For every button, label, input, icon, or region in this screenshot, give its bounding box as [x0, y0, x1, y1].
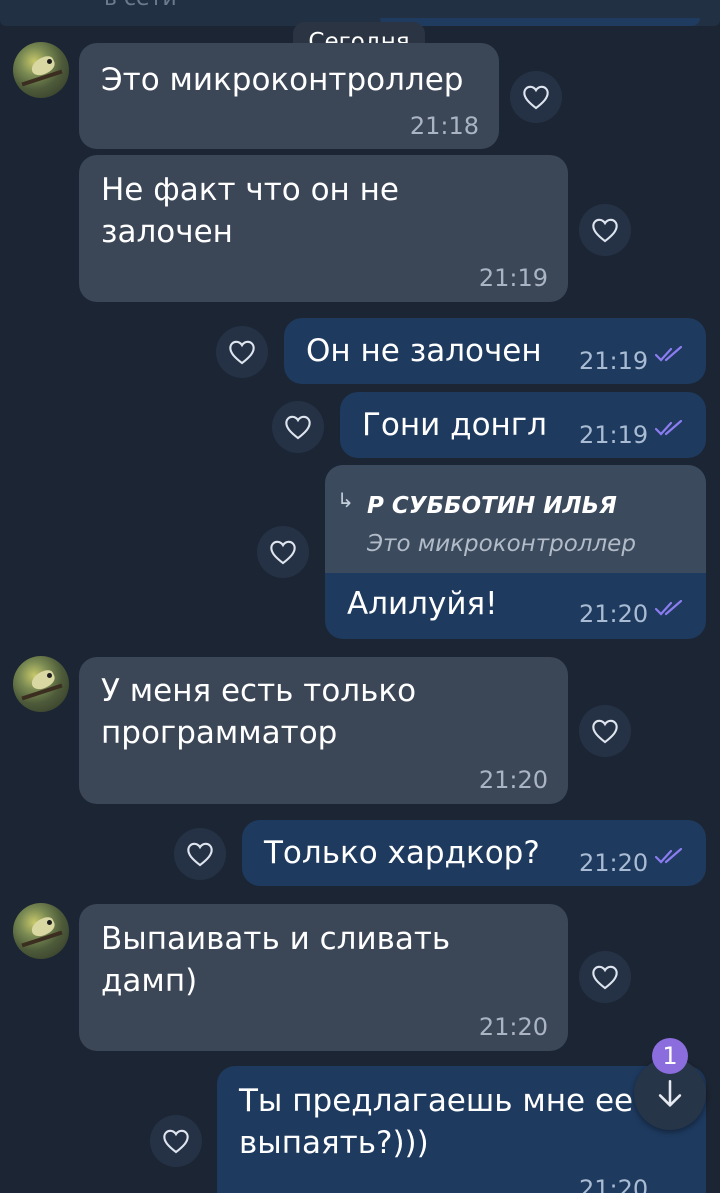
like-button[interactable] [150, 1115, 202, 1167]
message-text: Алилуйя! [347, 586, 498, 622]
double-check-icon [654, 419, 683, 436]
incoming-message-bubble[interactable]: Не факт что он не залочен 21:19 [79, 155, 568, 302]
message-text: Гони донгл [362, 407, 547, 443]
heart-outline-icon [523, 85, 549, 110]
outgoing-message-bubble[interactable]: Только хардкор? 21:20 [242, 820, 706, 886]
heart-outline-icon [285, 415, 311, 440]
message-text: Он не залочен [306, 333, 542, 369]
message-time: 21:20 [478, 766, 548, 794]
message-time: 21:20 [579, 600, 649, 628]
heart-outline-icon [592, 719, 618, 744]
message-time: 21:19 [478, 264, 548, 292]
message-text: Ты предлагаешь мне ее выпаять?))) [239, 1083, 634, 1161]
message-text: Выпаивать и сливать дамп) [101, 921, 451, 999]
message-text: У меня есть только программатор [101, 673, 417, 751]
message-text: Только хардкор? [264, 835, 540, 871]
like-button[interactable] [579, 204, 631, 256]
message-time: 21:20 [579, 1175, 649, 1193]
like-button[interactable] [216, 326, 268, 378]
heart-outline-icon [163, 1129, 189, 1154]
outgoing-message-bubble[interactable]: Он не залочен 21:19 [284, 318, 706, 384]
like-button[interactable] [272, 401, 324, 453]
message-text: Это микроконтроллер [101, 62, 464, 98]
like-button[interactable] [510, 71, 562, 123]
double-check-icon [654, 847, 683, 864]
arrow-down-icon [658, 1079, 682, 1107]
message-time: 21:19 [579, 421, 649, 449]
like-button[interactable] [174, 828, 226, 880]
reply-arrow-icon: ↳ [337, 488, 354, 512]
avatar[interactable] [13, 903, 69, 959]
incoming-message-bubble[interactable]: У меня есть только программатор 21:20 [79, 657, 568, 804]
heart-outline-icon [592, 965, 618, 990]
incoming-message-bubble[interactable]: Это микроконтроллер 21:18 [79, 43, 499, 149]
reply-preview[interactable]: ↳ Р СУББОТИН ИЛЬЯ Это микроконтроллер [325, 465, 706, 573]
outgoing-message-bubble[interactable]: Гони донгл 21:19 [340, 392, 706, 458]
heart-outline-icon [592, 218, 618, 243]
double-check-icon [654, 345, 683, 362]
outgoing-reply-bubble[interactable]: ↳ Р СУББОТИН ИЛЬЯ Это микроконтроллер Ал… [325, 465, 706, 639]
heart-outline-icon [270, 540, 296, 565]
message-text: Не факт что он не залочен [101, 172, 399, 250]
message-time: 21:20 [478, 1013, 548, 1041]
unread-count-badge: 1 [652, 1038, 688, 1074]
chat-status: в сети [104, 0, 177, 11]
message-time: 21:19 [579, 347, 649, 375]
chat-screen: в сети Сегодня Это микроконтроллер 21:18… [0, 0, 720, 1193]
message-time: 21:18 [409, 112, 479, 140]
heart-outline-icon [187, 842, 213, 867]
like-button[interactable] [579, 705, 631, 757]
like-button[interactable] [257, 526, 309, 578]
reply-author: Р СУББОТИН ИЛЬЯ [367, 493, 617, 519]
avatar[interactable] [13, 656, 69, 712]
outgoing-message-bubble[interactable]: Ты предлагаешь мне ее выпаять?))) 21:20 [217, 1066, 706, 1193]
double-check-icon [654, 599, 683, 616]
incoming-message-bubble[interactable]: Выпаивать и сливать дамп) 21:20 [79, 904, 568, 1051]
like-button[interactable] [579, 951, 631, 1003]
avatar[interactable] [13, 42, 69, 98]
heart-outline-icon [229, 340, 255, 365]
pinned-bar [380, 18, 700, 26]
message-time: 21:20 [579, 849, 649, 877]
reply-quote: Это микроконтроллер [367, 531, 636, 557]
